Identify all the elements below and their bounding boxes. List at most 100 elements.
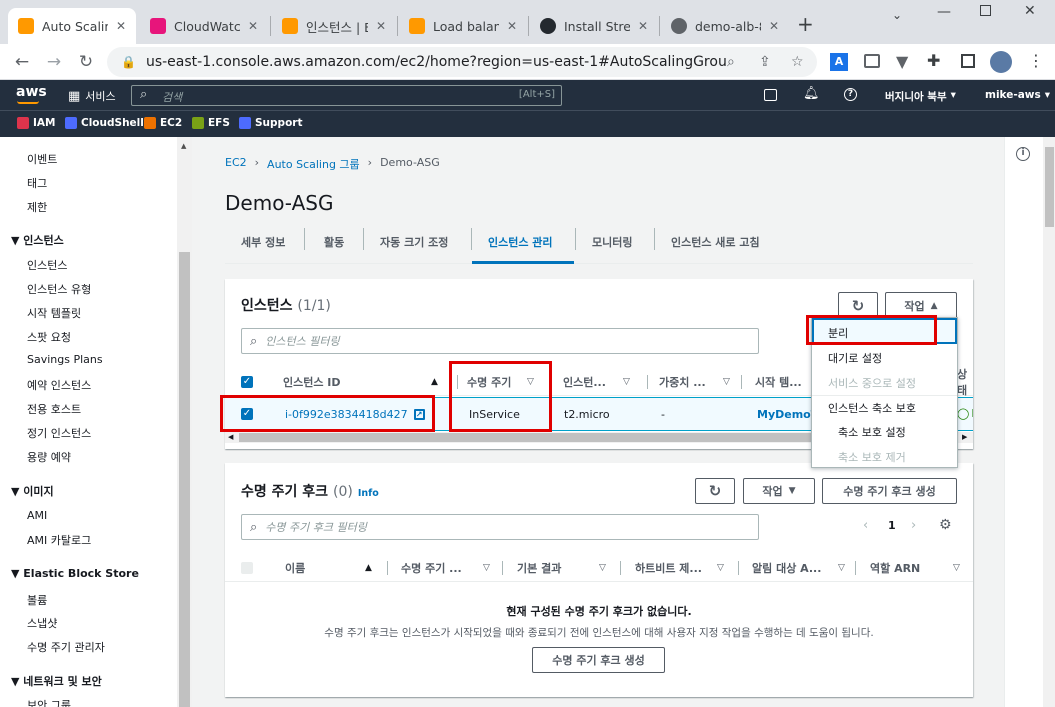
scroll-right-icon[interactable]: ▶ — [962, 433, 967, 441]
menu-item-set-standby[interactable]: 대기로 설정 — [828, 350, 882, 366]
scroll-left-icon[interactable]: ◀ — [228, 433, 233, 441]
translate-extension-icon[interactable]: A — [830, 53, 848, 71]
bookmark-star-icon[interactable]: ☆ — [791, 54, 804, 70]
account-menu[interactable]: mike-aws ▾ — [985, 89, 1050, 101]
sidebar-item-instance-types[interactable]: 인스턴스 유형 — [27, 281, 91, 297]
sidebar-item-reserved-instances[interactable]: 예약 인스턴스 — [27, 377, 91, 393]
sidebar-item-security-groups[interactable]: 보안 그룹 — [27, 697, 71, 707]
close-tab-icon[interactable]: ✕ — [769, 19, 779, 33]
sidebar-item-events[interactable]: 이벤트 — [27, 151, 57, 167]
back-icon[interactable]: ← — [10, 50, 34, 74]
zoom-icon[interactable]: ⌕ — [727, 54, 735, 70]
tab-instance-management[interactable]: 인스턴스 관리 — [488, 234, 553, 250]
tab-instance-refresh[interactable]: 인스턴스 새로 고침 — [671, 234, 760, 250]
sidebar-item-savings-plans[interactable]: Savings Plans — [27, 353, 103, 366]
sidebar-section-ebs[interactable]: ▼ Elastic Block Store — [11, 567, 139, 580]
sidebar-item-lifecycle-manager[interactable]: 수명 주기 관리자 — [27, 639, 105, 655]
browser-tab-demo-alb[interactable]: demo-alb-8 ✕ — [661, 8, 789, 44]
settings-gear-icon[interactable]: ⚙ — [939, 517, 952, 533]
empty-create-hook-button[interactable]: 수명 주기 후크 생성 — [532, 647, 665, 673]
minimize-icon[interactable]: — — [937, 4, 951, 20]
maximize-icon[interactable] — [980, 5, 991, 16]
region-selector[interactable]: 버지니아 북부 ▾ — [885, 89, 956, 104]
close-window-icon[interactable]: ✕ — [1024, 3, 1036, 19]
browser-tab-load-balancer[interactable]: Load balanc ✕ — [399, 8, 527, 44]
reload-icon[interactable]: ↻ — [74, 50, 98, 74]
sidebar-item-capacity-reservations[interactable]: 용량 예약 — [27, 449, 71, 465]
sidebar-item-ami[interactable]: AMI — [27, 509, 47, 522]
sidebar-item-dedicated-hosts[interactable]: 전용 호스트 — [27, 401, 81, 417]
side-panel-icon[interactable] — [961, 54, 975, 68]
column-name[interactable]: 이름 ▲ — [285, 554, 372, 582]
sidebar-section-network-security[interactable]: ▼ 네트워크 및 보안 — [11, 673, 102, 689]
sidebar-item-snapshots[interactable]: 스냅샷 — [27, 615, 57, 631]
sidebar-item-volumes[interactable]: 볼륨 — [27, 592, 47, 608]
browser-tab-cloudwatch[interactable]: CloudWatch ✕ — [140, 8, 268, 44]
extensions-puzzle-icon[interactable]: ✚ — [927, 51, 940, 70]
column-notification-target[interactable]: 알림 대상 A... ▽ — [752, 554, 845, 582]
address-bar[interactable]: 🔒 us-east-1.console.aws.amazon.com/ec2/h… — [107, 47, 817, 77]
favorite-support[interactable]: Support — [239, 117, 302, 129]
tab-search-icon[interactable]: ⌄ — [892, 8, 902, 22]
page-scrollbar-thumb[interactable] — [1045, 147, 1054, 227]
forward-icon[interactable]: → — [42, 50, 66, 74]
hooks-actions-button[interactable]: 작업 ▼ — [743, 478, 815, 504]
favorite-ec2[interactable]: EC2 — [144, 117, 182, 129]
sidebar-item-instances[interactable]: 인스턴스 — [27, 257, 67, 273]
cloudshell-icon[interactable] — [764, 89, 777, 101]
profile-avatar[interactable] — [990, 51, 1012, 73]
column-health[interactable]: 상태 — [957, 368, 973, 396]
column-launch-template[interactable]: 시작 템... — [755, 368, 802, 396]
sidebar-item-limits[interactable]: 제한 — [27, 199, 47, 215]
page-number[interactable]: 1 — [888, 519, 896, 532]
help-icon[interactable]: ? — [844, 88, 857, 101]
tab-activity[interactable]: 활동 — [324, 234, 344, 250]
instances-filter-input[interactable]: ⌕ 인스턴스 필터링 — [241, 328, 759, 354]
aws-search-input[interactable]: ⌕ 검색 [Alt+S] — [131, 85, 562, 106]
close-tab-icon[interactable]: ✕ — [248, 19, 258, 33]
info-icon[interactable]: i — [1016, 147, 1030, 161]
share-icon[interactable]: ⇪ — [759, 54, 771, 70]
close-tab-icon[interactable]: ✕ — [638, 19, 648, 33]
close-tab-icon[interactable]: ✕ — [116, 19, 126, 33]
menu-item-set-scale-in-protection[interactable]: 축소 보호 설정 — [838, 424, 906, 440]
scrollbar-thumb[interactable] — [239, 433, 812, 442]
services-menu-button[interactable]: ▦ 서비스 — [68, 88, 116, 104]
previous-page-icon[interactable]: ‹ — [863, 518, 868, 533]
notifications-bell-icon[interactable]: 🔔︎ — [803, 86, 820, 101]
new-tab-icon[interactable]: + — [797, 12, 814, 36]
close-tab-icon[interactable]: ✕ — [507, 19, 517, 33]
favorite-iam[interactable]: IAM — [17, 117, 55, 129]
breadcrumb-asg[interactable]: Auto Scaling 그룹 — [267, 156, 360, 172]
browser-tab-install-stress[interactable]: Install Stress ✕ — [530, 8, 658, 44]
column-instance-type[interactable]: 인스턴... ▽ — [563, 368, 630, 396]
sidebar-item-spot-requests[interactable]: 스팟 요청 — [27, 329, 71, 345]
sidebar-scrollbar-thumb[interactable] — [179, 252, 190, 707]
column-default-result[interactable]: 기본 결과 ▽ — [517, 554, 606, 582]
browser-tab-auto-scaling[interactable]: Auto Scaling ✕ — [8, 8, 136, 44]
close-tab-icon[interactable]: ✕ — [376, 19, 386, 33]
sidebar-section-instances[interactable]: ▼ 인스턴스 — [11, 232, 64, 248]
tab-details[interactable]: 세부 정보 — [241, 234, 285, 250]
create-hook-button[interactable]: 수명 주기 후크 생성 — [822, 478, 957, 504]
column-heartbeat-timeout[interactable]: 하트비트 제... ▽ — [635, 554, 724, 582]
favorite-cloudshell[interactable]: CloudShell — [65, 117, 144, 129]
page-scrollbar[interactable] — [1043, 137, 1055, 707]
hooks-refresh-button[interactable]: ↻ — [695, 478, 735, 504]
column-role-arn[interactable]: 역할 ARN ▽ — [870, 554, 960, 582]
scroll-up-icon[interactable]: ▲ — [181, 142, 186, 150]
browser-menu-icon[interactable]: ⋮ — [1028, 51, 1044, 70]
tab-automatic-scaling[interactable]: 자동 크기 조정 — [380, 234, 448, 250]
browser-tab-instances[interactable]: 인스턴스 | E ✕ — [272, 8, 396, 44]
sidebar-item-ami-catalog[interactable]: AMI 카탈로그 — [27, 532, 91, 548]
next-page-icon[interactable]: › — [911, 518, 916, 533]
sidebar-item-tags[interactable]: 태그 — [27, 175, 47, 191]
column-weight[interactable]: 가중치 ... ▽ — [659, 368, 730, 396]
column-instance-id[interactable]: 인스턴스 ID ▲ — [283, 368, 438, 396]
info-link[interactable]: Info — [358, 488, 379, 499]
tab-monitoring[interactable]: 모니터링 — [592, 234, 632, 250]
favorite-efs[interactable]: EFS — [192, 117, 230, 129]
breadcrumb-ec2[interactable]: EC2 — [225, 156, 247, 172]
sidebar-item-launch-templates[interactable]: 시작 템플릿 — [27, 305, 81, 321]
column-lifecycle-transition[interactable]: 수명 주기 ... ▽ — [401, 554, 490, 582]
